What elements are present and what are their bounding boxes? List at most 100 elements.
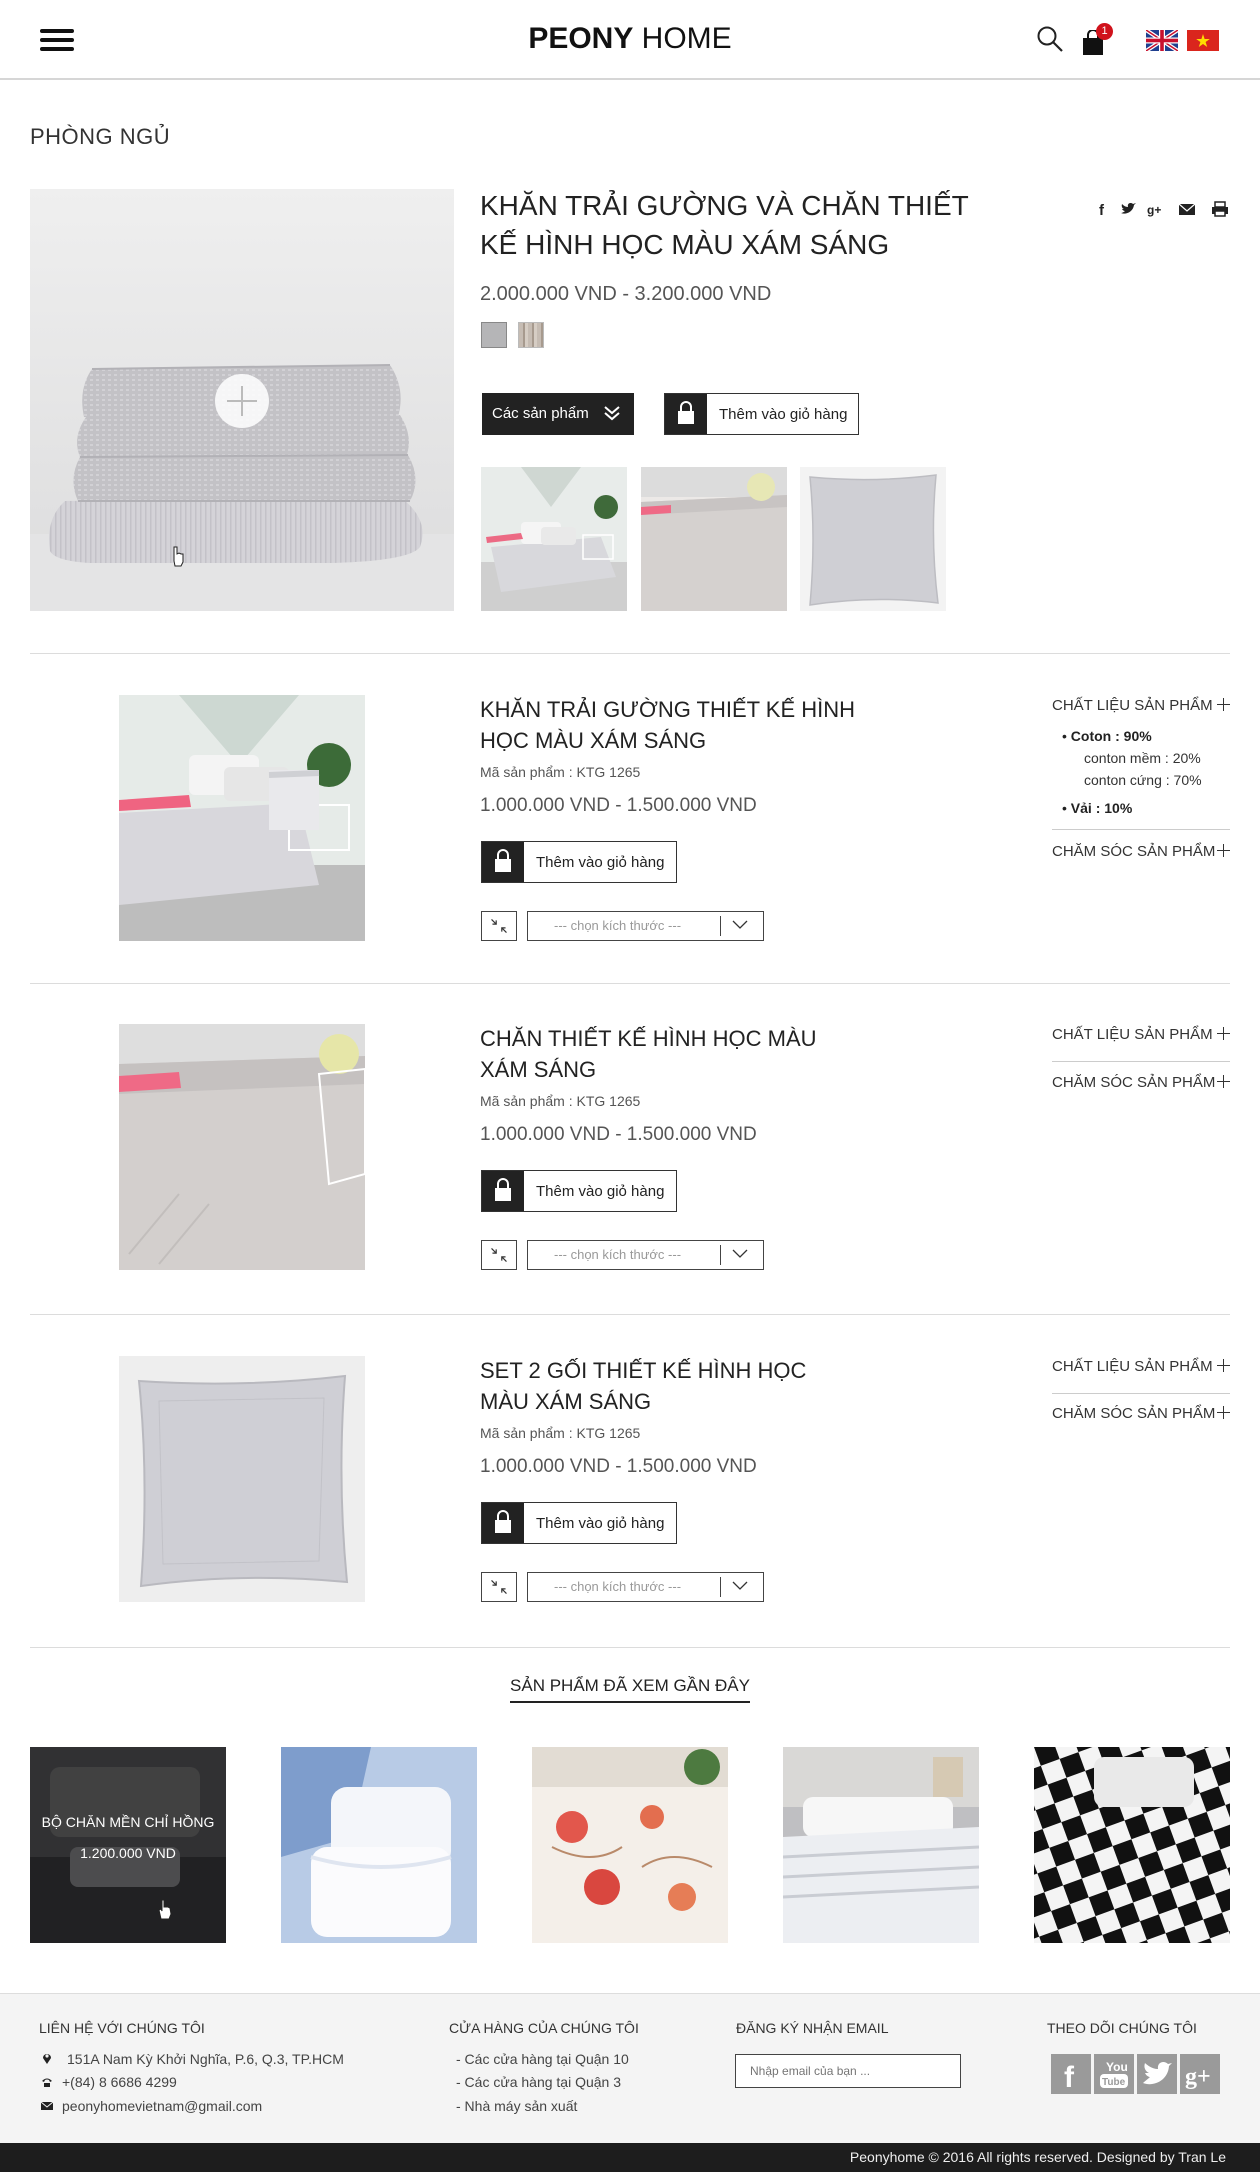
hero-add-to-cart-button[interactable]: Thêm vào giỏ hàng: [664, 393, 859, 435]
copyright-bar: Peonyhome © 2016 All rights reserved. De…: [0, 2143, 1260, 2172]
section-divider: [30, 983, 1230, 984]
color-swatch-gray[interactable]: [481, 322, 507, 348]
material-accordion[interactable]: CHẤT LIỆU SẢN PHẨM: [1052, 1026, 1230, 1043]
resize-icon[interactable]: [481, 1240, 517, 1270]
section-divider: [30, 653, 1230, 654]
map-pin-icon: [43, 2054, 51, 2064]
add-to-cart-button[interactable]: Thêm vào giỏ hàng: [481, 1502, 677, 1544]
contact-email[interactable]: peonyhomevietnam@gmail.com: [62, 2098, 262, 2114]
search-icon[interactable]: [1036, 25, 1064, 53]
logo-bold: PEONY: [528, 22, 634, 55]
plus-icon: [1217, 698, 1230, 711]
svg-text:g+: g+: [1147, 203, 1161, 217]
twitter-icon[interactable]: [1119, 200, 1137, 218]
print-icon[interactable]: [1211, 200, 1229, 218]
size-select-placeholder: --- chọn kích thước ---: [554, 918, 682, 933]
care-accordion[interactable]: CHĂM SÓC SẢN PHẨM: [1052, 843, 1230, 860]
chevron-down-icon: [732, 1581, 748, 1590]
resize-icon[interactable]: [481, 1572, 517, 1602]
recent-product-2[interactable]: [281, 1747, 477, 1943]
copyright-text: Peonyhome © 2016 All rights reserved. De…: [849, 2149, 1226, 2165]
contact-address: 151A Nam Kỳ Khởi Nghĩa, P.6, Q.3, TP.HCM: [67, 2051, 344, 2067]
color-swatch-beige[interactable]: [518, 322, 544, 348]
add-to-cart-button[interactable]: Thêm vào giỏ hàng: [481, 1170, 677, 1212]
products-dropdown-label: Các sản phẩm: [492, 405, 589, 422]
plus-icon: [1217, 1406, 1230, 1419]
contact-title: LIÊN HỆ VỚI CHÚNG TÔI: [39, 2020, 205, 2036]
care-accordion[interactable]: CHĂM SÓC SẢN PHẨM: [1052, 1074, 1230, 1091]
product-title: SET 2 GỐI THIẾT KẾ HÌNH HỌC MÀU XÁM SÁNG: [480, 1358, 807, 1414]
size-select-placeholder: --- chọn kích thước ---: [554, 1579, 682, 1594]
store-link[interactable]: - Các cửa hàng tại Quận 3: [456, 2074, 621, 2090]
store-link[interactable]: - Các cửa hàng tại Quận 10: [456, 2051, 629, 2067]
cart-button[interactable]: 1: [1082, 23, 1113, 56]
product-image[interactable]: [119, 1024, 365, 1270]
resize-icon[interactable]: [481, 911, 517, 941]
recent-product-5[interactable]: [1034, 1747, 1230, 1943]
care-accordion[interactable]: CHĂM SÓC SẢN PHẨM: [1052, 1405, 1230, 1422]
material-label: CHẤT LIỆU SẢN PHẨM: [1052, 1026, 1213, 1043]
google-plus-icon[interactable]: g+: [1146, 200, 1164, 218]
product-image[interactable]: [119, 695, 365, 941]
google-plus-icon[interactable]: g+: [1180, 2054, 1220, 2094]
material-accordion[interactable]: CHẤT LIỆU SẢN PHẨM: [1052, 1358, 1230, 1375]
plus-icon: [1217, 1359, 1230, 1372]
product-title: CHĂN THIẾT KẾ HÌNH HỌC MÀU XÁM SÁNG: [480, 1026, 817, 1082]
size-select[interactable]: --- chọn kích thước ---: [527, 1240, 764, 1270]
youtube-icon[interactable]: You Tube: [1094, 2054, 1134, 2094]
section-divider: [30, 1647, 1230, 1648]
recent-product-3[interactable]: [532, 1747, 728, 1943]
hero-product-price: 2.000.000 VND - 3.200.000 VND: [480, 283, 772, 305]
hand-pointer-icon: [158, 1899, 172, 1920]
logo-light: HOME: [633, 22, 732, 55]
product-price: 1.000.000 VND - 1.500.000 VND: [480, 1456, 757, 1477]
zoom-plus-icon[interactable]: [215, 374, 269, 428]
recent-product-4[interactable]: [783, 1747, 979, 1943]
hero-product-image[interactable]: [30, 189, 454, 611]
svg-text:f: f: [1064, 2061, 1075, 2094]
size-select-placeholder: --- chọn kích thước ---: [554, 1247, 682, 1262]
facebook-icon[interactable]: f: [1051, 2054, 1091, 2094]
site-header: PEONY HOME 1: [0, 0, 1260, 80]
material-vai: • Vải : 10%: [1062, 800, 1133, 816]
material-accordion[interactable]: CHẤT LIỆU SẢN PHẨM: [1052, 697, 1230, 714]
size-select[interactable]: --- chọn kích thước ---: [527, 911, 764, 941]
site-footer: LIÊN HỆ VỚI CHÚNG TÔI 151A Nam Kỳ Khởi N…: [0, 1993, 1260, 2143]
facebook-icon[interactable]: f: [1094, 200, 1112, 218]
products-dropdown-button[interactable]: Các sản phẩm: [482, 393, 634, 435]
store-link[interactable]: - Nhà máy sản xuất: [456, 2098, 577, 2114]
svg-text:f: f: [1099, 202, 1105, 218]
material-label: CHẤT LIỆU SẢN PHẨM: [1052, 1358, 1213, 1375]
material-label: CHẤT LIỆU SẢN PHẨM: [1052, 697, 1213, 714]
size-select[interactable]: --- chọn kích thước ---: [527, 1572, 764, 1602]
cart-count-badge: 1: [1096, 23, 1113, 40]
chevron-down-icon: [732, 920, 748, 929]
recent-product-1[interactable]: BỘ CHĂN MỀN CHỈ HỒNG 1.200.000 VND: [30, 1747, 226, 1943]
thumbnail-bed-room[interactable]: [481, 467, 627, 611]
page-title: PHÒNG NGỦ: [30, 124, 171, 149]
add-to-cart-label: Thêm vào giỏ hàng: [536, 1515, 665, 1532]
site-logo[interactable]: PEONY HOME: [0, 22, 1260, 56]
vietnam-flag-icon[interactable]: [1187, 30, 1219, 51]
uk-flag-icon[interactable]: [1146, 30, 1178, 51]
product-price: 1.000.000 VND - 1.500.000 VND: [480, 795, 757, 816]
twitter-icon[interactable]: [1137, 2054, 1177, 2094]
newsletter-email-input[interactable]: [735, 2054, 961, 2088]
product-sku: Mã sản phẩm : KTG 1265: [480, 1425, 641, 1441]
product-price: 1.000.000 VND - 1.500.000 VND: [480, 1124, 757, 1145]
recently-viewed-title: SẢN PHẨM ĐÃ XEM GẦN ĐÂY: [0, 1676, 1260, 1703]
plus-icon: [1217, 844, 1230, 857]
svg-text:You: You: [1106, 2060, 1128, 2074]
add-to-cart-button[interactable]: Thêm vào giỏ hàng: [481, 841, 677, 883]
material-coton: • Coton : 90%: [1062, 728, 1152, 744]
material-hard: conton cứng : 70%: [1084, 772, 1202, 788]
product-image[interactable]: [119, 1356, 365, 1602]
add-to-cart-label: Thêm vào giỏ hàng: [719, 406, 848, 423]
chevron-down-icon: [732, 1249, 748, 1258]
shopping-bag-icon: [665, 394, 707, 434]
plus-icon: [1217, 1027, 1230, 1040]
thumbnail-pillow[interactable]: [800, 467, 946, 611]
email-icon[interactable]: [1178, 200, 1196, 218]
thumbnail-bed-cover[interactable]: [641, 467, 787, 611]
divider: [1052, 1061, 1230, 1062]
